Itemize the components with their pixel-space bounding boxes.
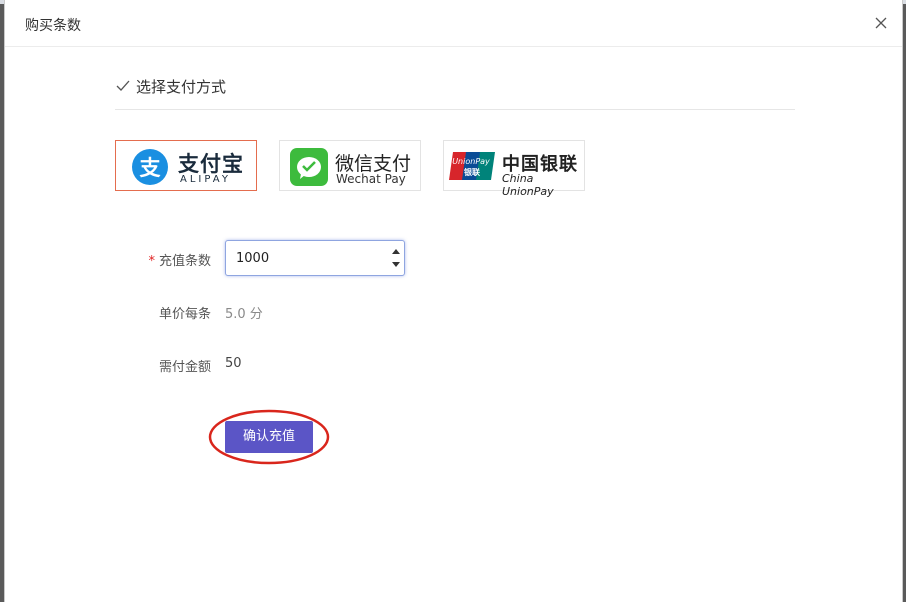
spin-up-icon[interactable] [390,244,402,258]
payment-option-alipay[interactable]: 支 支付宝 ALIPAY [115,140,257,191]
dialog-header: 购买条数 [5,0,902,47]
unionpay-icon: UnionPay 银联 [449,152,495,180]
unionpay-name-en: China UnionPay [502,172,554,198]
wechat-pay-icon [290,148,328,186]
quantity-stepper[interactable] [225,240,405,276]
unionpay-logo-text: UnionPay [452,157,490,166]
required-mark: * [148,254,155,269]
purchase-dialog: 购买条数 选择支付方式 支 支付宝 ALIPAY 微信支付 Wechat Pay… [4,0,903,602]
close-icon[interactable] [872,14,890,32]
section-title: 选择支付方式 [136,78,227,96]
dialog-title: 购买条数 [25,18,81,34]
quantity-label: * 充值条数 [115,250,211,269]
unit-price-label: 单价每条 [158,307,211,322]
alipay-icon: 支 [132,149,168,185]
wechat-name-en: Wechat Pay [336,172,406,186]
payment-option-unionpay[interactable]: UnionPay 银联 中国银联 China UnionPay [443,140,585,198]
check-icon [116,80,130,91]
quantity-label-text: 充值条数 [158,254,211,269]
quantity-input[interactable] [236,249,386,267]
unit-price-value: 5.0 分 [225,307,263,322]
payment-option-wechat[interactable]: 微信支付 Wechat Pay [279,140,421,191]
alipay-name-en: ALIPAY [180,174,231,185]
total-amount-label: 需付金额 [158,360,211,375]
total-amount-value: 50 [225,356,242,371]
unionpay-logo-text-cn: 银联 [463,167,480,177]
payment-method-section: 选择支付方式 [115,76,795,110]
spin-down-icon[interactable] [390,258,402,272]
confirm-recharge-button[interactable]: 确认充值 [225,421,313,453]
svg-text:支: 支 [140,156,162,180]
